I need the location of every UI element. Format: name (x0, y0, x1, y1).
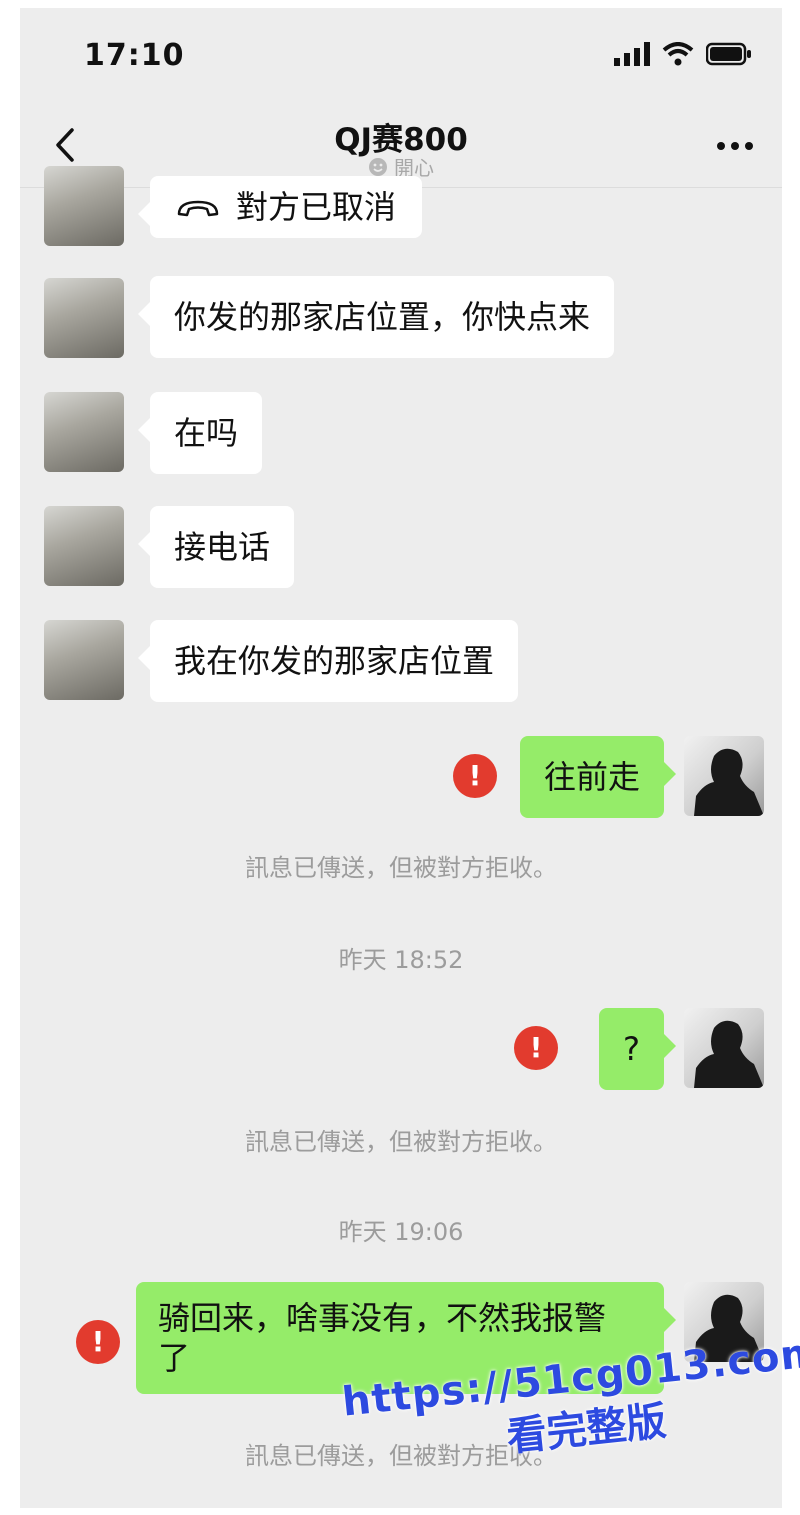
contact-avatar[interactable] (44, 278, 124, 358)
battery-icon (706, 42, 751, 66)
silhouette-image (694, 1020, 764, 1088)
contact-avatar[interactable] (44, 392, 124, 472)
rejected-notice: 訊息已傳送，但被對方拒收。 (245, 854, 557, 882)
my-avatar[interactable] (684, 1008, 764, 1088)
message-text: 在吗 (174, 414, 239, 452)
message-bubble[interactable]: 接电话 (137, 506, 295, 588)
message-text: 我在你发的那家店位置 (174, 642, 495, 680)
status-icons (614, 42, 752, 66)
message-text: 對方已取消 (236, 188, 397, 226)
status-bar: 17:10 (20, 8, 782, 108)
timestamp: 昨天 18:52 (338, 946, 464, 974)
rejected-notice: 訊息已傳送，但被對方拒收。 (245, 1128, 557, 1156)
message-bubble[interactable]: 在吗 (137, 392, 263, 474)
message-text: ? (623, 1030, 640, 1068)
contact-avatar[interactable] (44, 506, 124, 586)
my-avatar[interactable] (684, 736, 764, 816)
message-bubble[interactable]: 我在你发的那家店位置 (137, 620, 519, 702)
message-bubble[interactable]: 你发的那家店位置，你快点来 (137, 276, 615, 358)
phone-hangup-icon (177, 200, 219, 217)
sent-message-bubble[interactable]: 往前走 (519, 736, 677, 818)
send-failed-icon[interactable]: ! (453, 754, 497, 798)
timestamp: 昨天 19:06 (338, 1218, 464, 1246)
signal-icon (614, 42, 650, 66)
message-text: 接电话 (174, 528, 271, 566)
send-failed-icon[interactable]: ! (76, 1320, 120, 1364)
more-icon (717, 142, 753, 150)
send-failed-icon[interactable]: ! (514, 1026, 558, 1070)
chat-screen: 17:10 QJ赛800 開心 對方已取消 你发的那家店位置，你快点来 在吗 接… (20, 8, 782, 1508)
contact-avatar[interactable] (44, 620, 124, 700)
smiley-icon (369, 157, 387, 176)
sent-message-bubble[interactable]: ? (599, 1008, 676, 1090)
more-button[interactable] (716, 136, 754, 156)
contact-avatar[interactable] (44, 166, 124, 246)
status-time: 17:10 (84, 38, 185, 73)
message-text: 你发的那家店位置，你快点来 (174, 298, 591, 336)
call-cancelled-bubble[interactable]: 對方已取消 (137, 176, 423, 238)
message-text: 往前走 (543, 758, 640, 796)
silhouette-image (694, 748, 764, 816)
wifi-icon (662, 42, 694, 66)
message-text-line: 骑回来，啥事没有，不然我报警 (158, 1299, 607, 1337)
